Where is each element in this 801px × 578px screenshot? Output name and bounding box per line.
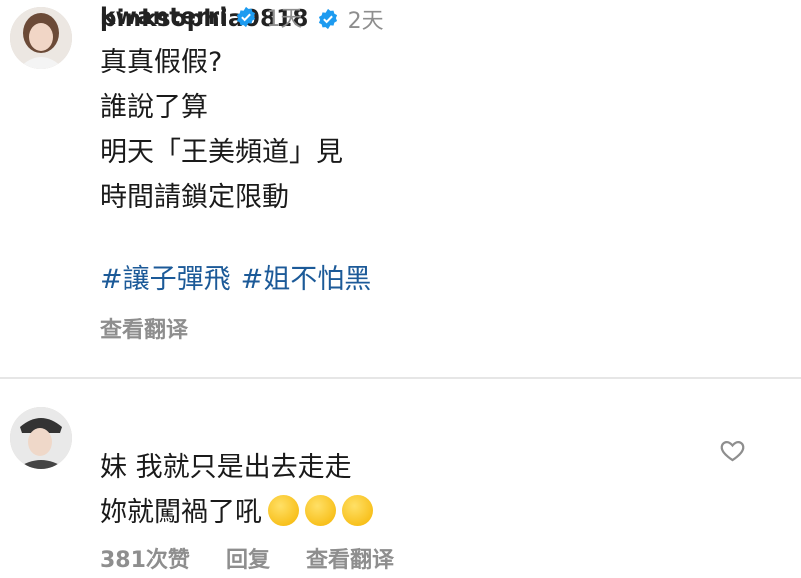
comment-line: 妳就闖禍了吼	[100, 490, 373, 535]
see-translation-link[interactable]: 查看翻译	[306, 544, 394, 578]
comment-time: 1天	[266, 7, 303, 32]
comment-footer: 381次赞 回复 查看翻译	[100, 544, 430, 578]
comment-body: 妹 我就只是出去走走 妳就闖禍了吼	[100, 445, 373, 535]
like-count[interactable]: 381次赞	[100, 544, 190, 578]
comment-header: kwanterri 1天	[100, 0, 302, 34]
comment-line: 妹 我就只是出去走走	[100, 452, 352, 483]
laughing-emoji-icon	[305, 495, 336, 526]
comment-item: kwanterri 1天 妹 我就只是出去走走 妳就闖禍了吼 381次赞 回复 …	[0, 0, 801, 578]
reply-button[interactable]: 回复	[226, 544, 270, 578]
username[interactable]: kwanterri	[100, 4, 227, 30]
laughing-emoji-icon	[342, 495, 373, 526]
avatar[interactable]	[10, 407, 72, 469]
comment-line-text: 妳就闖禍了吼	[100, 497, 262, 528]
verified-badge-icon	[235, 6, 257, 28]
heart-icon[interactable]	[719, 437, 746, 464]
laughing-emoji-icon	[268, 495, 299, 526]
